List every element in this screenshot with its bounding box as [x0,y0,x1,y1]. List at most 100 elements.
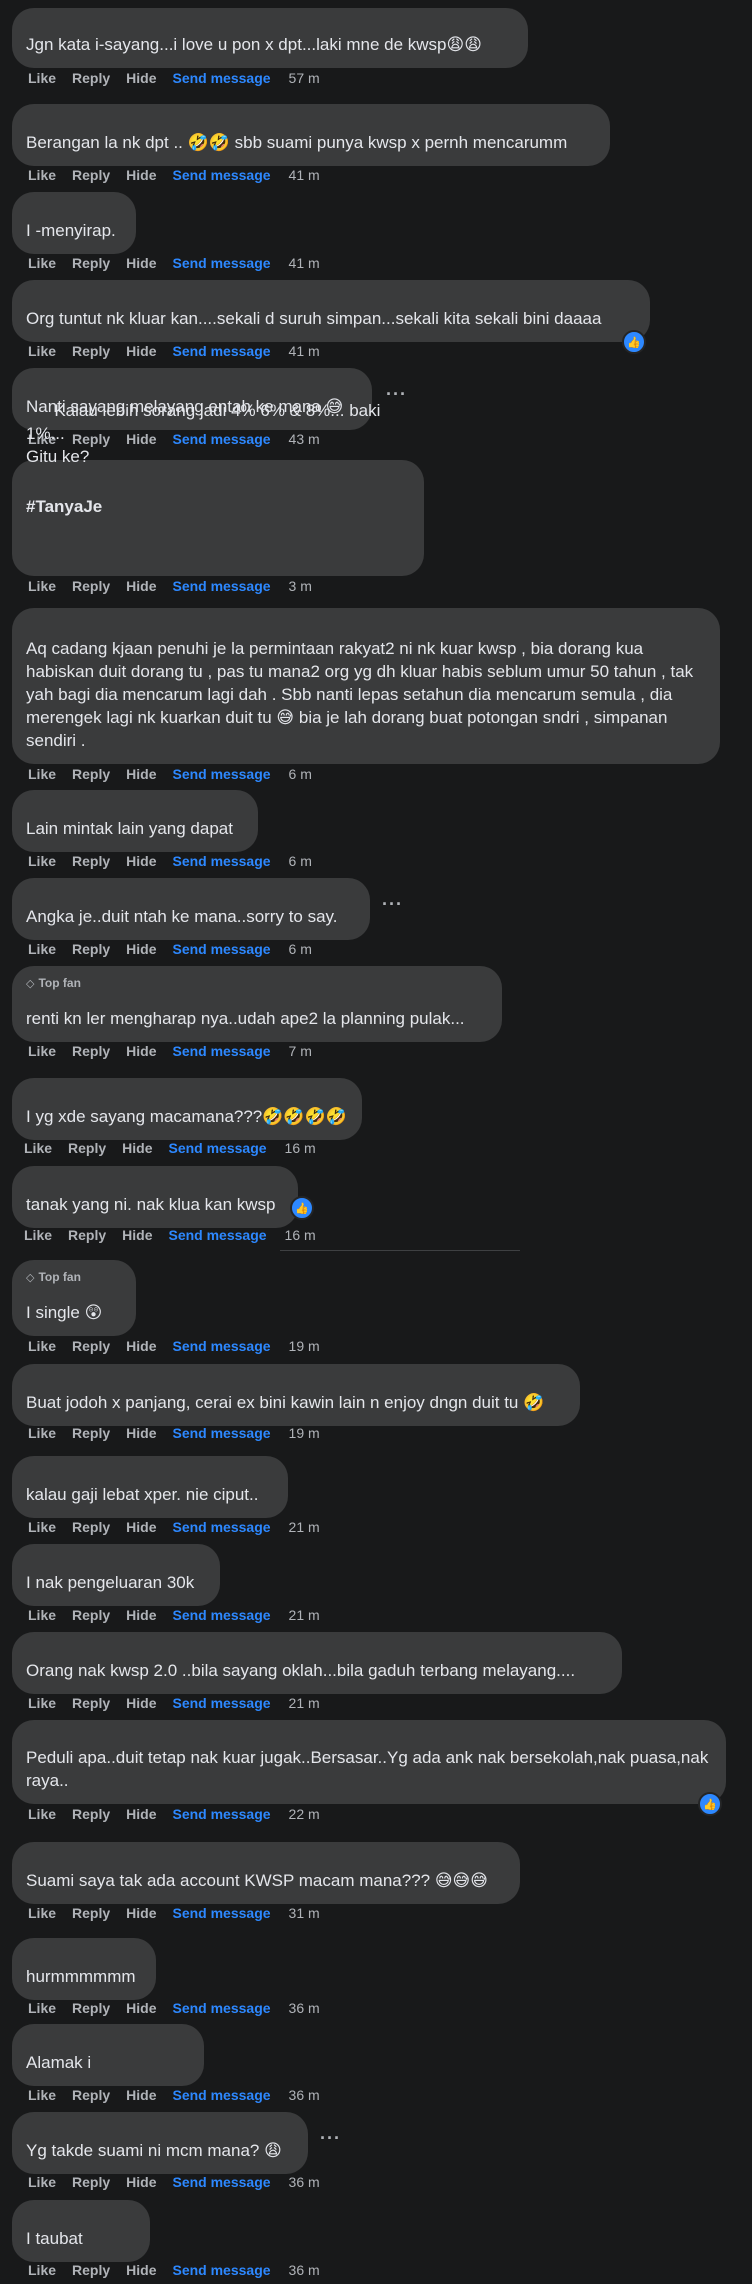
send-message-button[interactable]: Send message [172,2174,270,2190]
reply-button[interactable]: Reply [68,1140,106,1156]
send-message-button[interactable]: Send message [172,2262,270,2278]
hide-button[interactable]: Hide [126,2262,156,2278]
like-button[interactable]: Like [28,1519,56,1535]
send-message-button[interactable]: Send message [172,1425,270,1441]
like-button[interactable]: Like [28,1338,56,1354]
hide-button[interactable]: Hide [126,766,156,782]
like-button[interactable]: Like [28,167,56,183]
hide-button[interactable]: Hide [126,1607,156,1623]
comment-timestamp[interactable]: 36 m [289,2262,320,2278]
reply-button[interactable]: Reply [72,578,110,594]
reply-button[interactable]: Reply [72,1043,110,1059]
comment-timestamp[interactable]: 16 m [285,1140,316,1156]
comment-timestamp[interactable]: 3 m [289,578,312,594]
comment-timestamp[interactable]: 7 m [289,1043,312,1059]
send-message-button[interactable]: Send message [172,167,270,183]
comment-timestamp[interactable]: 19 m [289,1338,320,1354]
like-button[interactable]: Like [28,2262,56,2278]
reply-button[interactable]: Reply [72,70,110,86]
like-button[interactable]: Like [28,2087,56,2103]
send-message-button[interactable]: Send message [172,941,270,957]
comment-timestamp[interactable]: 21 m [289,1695,320,1711]
like-button[interactable]: Like [28,2174,56,2190]
send-message-button[interactable]: Send message [172,1519,270,1535]
reply-button[interactable]: Reply [72,167,110,183]
reply-button[interactable]: Reply [72,1905,110,1921]
comment-timestamp[interactable]: 21 m [289,1519,320,1535]
comment-timestamp[interactable]: 6 m [289,941,312,957]
like-button[interactable]: Like [28,1607,56,1623]
like-button[interactable]: Like [28,255,56,271]
like-reaction-icon[interactable]: 👍 [622,330,646,354]
hide-button[interactable]: Hide [126,1043,156,1059]
hide-button[interactable]: Hide [126,578,156,594]
hide-button[interactable]: Hide [126,343,156,359]
comment-timestamp[interactable]: 6 m [289,853,312,869]
hide-button[interactable]: Hide [126,1806,156,1822]
send-message-button[interactable]: Send message [172,853,270,869]
reply-button[interactable]: Reply [72,2087,110,2103]
send-message-button[interactable]: Send message [172,343,270,359]
reply-button[interactable]: Reply [72,1695,110,1711]
reply-button[interactable]: Reply [72,2174,110,2190]
reply-button[interactable]: Reply [72,853,110,869]
more-options-icon[interactable]: ··· [382,894,403,915]
send-message-button[interactable]: Send message [172,1695,270,1711]
send-message-button[interactable]: Send message [172,578,270,594]
send-message-button[interactable]: Send message [172,1806,270,1822]
reply-button[interactable]: Reply [72,1425,110,1441]
more-options-icon[interactable]: ··· [320,2128,341,2149]
hide-button[interactable]: Hide [126,2087,156,2103]
reply-button[interactable]: Reply [72,941,110,957]
comment-timestamp[interactable]: 6 m [289,766,312,782]
like-button[interactable]: Like [28,2000,56,2016]
comment-timestamp[interactable]: 41 m [289,167,320,183]
hide-button[interactable]: Hide [122,1227,152,1243]
like-button[interactable]: Like [28,1043,56,1059]
like-button[interactable]: Like [28,941,56,957]
hide-button[interactable]: Hide [126,853,156,869]
reply-button[interactable]: Reply [72,255,110,271]
like-button[interactable]: Like [28,343,56,359]
hide-button[interactable]: Hide [126,1695,156,1711]
like-button[interactable]: Like [28,1905,56,1921]
like-reaction-icon[interactable]: 👍 [698,1792,722,1816]
hide-button[interactable]: Hide [126,1425,156,1441]
send-message-button[interactable]: Send message [172,1905,270,1921]
like-button[interactable]: Like [28,1806,56,1822]
reply-button[interactable]: Reply [72,2000,110,2016]
comment-timestamp[interactable]: 21 m [289,1607,320,1623]
send-message-button[interactable]: Send message [168,1227,266,1243]
like-button[interactable]: Like [28,1425,56,1441]
like-button[interactable]: Like [28,853,56,869]
comment-timestamp[interactable]: 36 m [289,2174,320,2190]
comment-timestamp[interactable]: 19 m [289,1425,320,1441]
like-button[interactable]: Like [28,766,56,782]
send-message-button[interactable]: Send message [172,1338,270,1354]
reply-button[interactable]: Reply [72,343,110,359]
hide-button[interactable]: Hide [126,167,156,183]
like-button[interactable]: Like [24,1227,52,1243]
send-message-button[interactable]: Send message [168,1140,266,1156]
reply-button[interactable]: Reply [72,1519,110,1535]
hide-button[interactable]: Hide [126,1338,156,1354]
comment-timestamp[interactable]: 57 m [289,70,320,86]
reply-button[interactable]: Reply [72,766,110,782]
comment-timestamp[interactable]: 22 m [289,1806,320,1822]
hide-button[interactable]: Hide [126,941,156,957]
comment-timestamp[interactable]: 36 m [289,2087,320,2103]
hide-button[interactable]: Hide [126,1519,156,1535]
comment-timestamp[interactable]: 31 m [289,1905,320,1921]
hide-button[interactable]: Hide [126,1905,156,1921]
send-message-button[interactable]: Send message [172,2000,270,2016]
like-button[interactable]: Like [28,578,56,594]
send-message-button[interactable]: Send message [172,766,270,782]
hide-button[interactable]: Hide [126,255,156,271]
like-button[interactable]: Like [24,1140,52,1156]
send-message-button[interactable]: Send message [172,1043,270,1059]
reply-button[interactable]: Reply [72,2262,110,2278]
reply-button[interactable]: Reply [68,1227,106,1243]
reply-button[interactable]: Reply [72,1806,110,1822]
send-message-button[interactable]: Send message [172,70,270,86]
hashtag-link[interactable]: #TanyaJe [26,495,410,518]
